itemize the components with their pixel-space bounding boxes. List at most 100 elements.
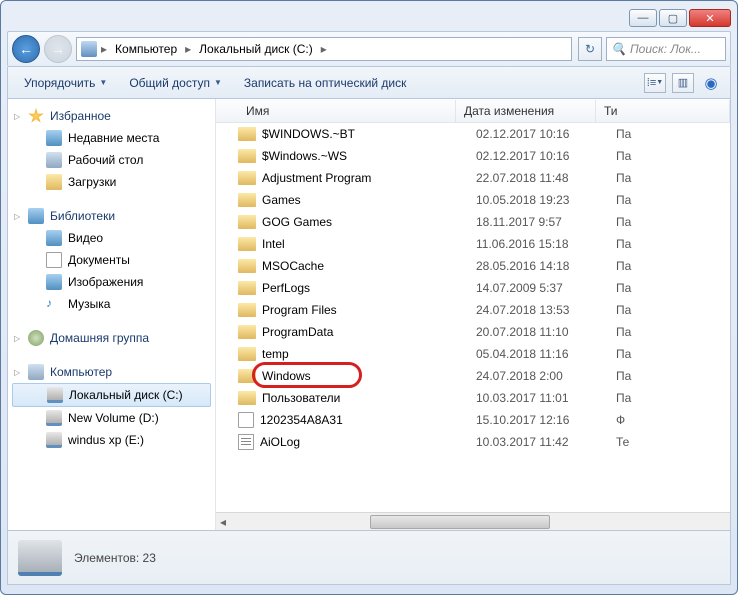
file-type: Па <box>616 237 631 251</box>
file-date: 10.03.2017 11:01 <box>476 391 616 405</box>
file-row[interactable]: Games10.05.2018 19:23Па <box>216 189 730 211</box>
file-name: Games <box>262 193 301 207</box>
sidebar-item-videos[interactable]: Видео <box>8 227 215 249</box>
folder-icon <box>238 369 256 383</box>
file-date: 24.07.2018 13:53 <box>476 303 616 317</box>
file-row[interactable]: $Windows.~WS02.12.2017 10:16Па <box>216 145 730 167</box>
sidebar-libraries[interactable]: Библиотеки <box>8 205 215 227</box>
folder-icon <box>238 347 256 361</box>
file-list-pane: Имя Дата изменения Ти $WINDOWS.~BT 02.12.… <box>216 99 730 530</box>
maximize-button[interactable]: ▢ <box>659 9 687 27</box>
organize-button[interactable]: Упорядочить▼ <box>16 72 115 94</box>
document-icon <box>46 252 62 268</box>
column-type[interactable]: Ти <box>596 100 730 122</box>
file-list[interactable]: $WINDOWS.~BT 02.12.2017 10:16 Па $Windows.~… <box>216 123 730 512</box>
column-date[interactable]: Дата изменения <box>456 100 596 122</box>
breadcrumb[interactable]: Компьютер <box>111 40 181 58</box>
address-bar[interactable]: ▸ Компьютер ▸ Локальный диск (C:) ▸ <box>76 37 572 61</box>
sidebar-favorites[interactable]: Избранное <box>8 105 215 127</box>
file-date: 20.07.2018 11:10 <box>476 325 616 339</box>
file-type: Па <box>616 215 631 229</box>
horizontal-scrollbar[interactable]: ◂ <box>216 512 730 530</box>
navigation-pane[interactable]: Избранное Недавние места Рабочий стол За… <box>8 99 216 530</box>
file-row[interactable]: Пользователи10.03.2017 11:01Па <box>216 387 730 409</box>
chevron-right-icon[interactable]: ▸ <box>99 42 109 56</box>
file-date: 05.04.2018 11:16 <box>476 347 616 361</box>
file-row[interactable]: Program Files24.07.2018 13:53Па <box>216 299 730 321</box>
folder-icon <box>238 259 256 273</box>
file-date: 02.12.2017 10:16 <box>476 149 616 163</box>
refresh-button[interactable]: ↻ <box>578 37 602 61</box>
close-button[interactable]: ✕ <box>689 9 731 27</box>
file-row[interactable]: ProgramData20.07.2018 11:10Па <box>216 321 730 343</box>
sidebar-item-pictures[interactable]: Изображения <box>8 271 215 293</box>
file-type: Па <box>616 281 631 295</box>
file-name: temp <box>262 347 289 361</box>
sidebar-item-desktop[interactable]: Рабочий стол <box>8 149 215 171</box>
file-date: 02.12.2017 10:16 <box>476 127 616 141</box>
sidebar-item-music[interactable]: ♪Музыка <box>8 293 215 315</box>
sidebar-item-drive-d[interactable]: New Volume (D:) <box>8 407 215 429</box>
sidebar-item-recent[interactable]: Недавние места <box>8 127 215 149</box>
file-name: $WINDOWS.~BT <box>262 127 355 141</box>
file-row[interactable]: PerfLogs14.07.2009 5:37Па <box>216 277 730 299</box>
folder-icon <box>238 325 256 339</box>
file-name: Windows <box>262 369 311 383</box>
sidebar-item-drive-e[interactable]: windus xp (E:) <box>8 429 215 451</box>
sidebar-item-downloads[interactable]: Загрузки <box>8 171 215 193</box>
burn-button[interactable]: Записать на оптический диск <box>236 72 415 94</box>
file-date: 10.05.2018 19:23 <box>476 193 616 207</box>
file-type: Па <box>616 259 631 273</box>
music-icon: ♪ <box>46 296 62 312</box>
sidebar-item-documents[interactable]: Документы <box>8 249 215 271</box>
share-button[interactable]: Общий доступ▼ <box>121 72 230 94</box>
folder-icon <box>238 303 256 317</box>
column-name[interactable]: Имя <box>216 100 456 122</box>
desktop-icon <box>46 152 62 168</box>
folder-icon <box>238 171 256 185</box>
file-row[interactable]: temp 05.04.2018 11:16Па <box>216 343 730 365</box>
chevron-right-icon[interactable]: ▸ <box>183 42 193 56</box>
file-date: 10.03.2017 11:42 <box>476 435 616 449</box>
minimize-button[interactable]: — <box>629 9 657 27</box>
preview-pane-button[interactable]: ▥ <box>672 73 694 93</box>
chevron-right-icon[interactable]: ▸ <box>319 42 329 56</box>
sidebar-homegroup[interactable]: Домашняя группа <box>8 327 215 349</box>
file-row[interactable]: Intel 11.06.2016 15:18Па <box>216 233 730 255</box>
file-row[interactable]: Windows24.07.2018 2:00Па <box>216 365 730 387</box>
help-button[interactable]: ◉ <box>700 73 722 93</box>
view-options-button[interactable]: ⁞≡ ▼ <box>644 73 666 93</box>
file-type: Те <box>616 435 629 449</box>
drive-icon <box>18 540 62 576</box>
file-row[interactable]: 1202354A8A3115.10.2017 12:16Ф <box>216 409 730 431</box>
file-name: $Windows.~WS <box>262 149 347 163</box>
status-bar: Элементов: 23 <box>7 531 731 585</box>
file-name: GOG Games <box>262 215 332 229</box>
file-date: 11.06.2016 15:18 <box>476 237 616 251</box>
folder-icon <box>238 215 256 229</box>
video-icon <box>46 230 62 246</box>
file-row[interactable]: Adjustment Program22.07.2018 11:48Па <box>216 167 730 189</box>
search-input[interactable]: 🔍 Поиск: Лок... <box>606 37 726 61</box>
file-row[interactable]: GOG Games18.11.2017 9:57Па <box>216 211 730 233</box>
nav-bar: ← → ▸ Компьютер ▸ Локальный диск (C:) ▸ … <box>7 31 731 67</box>
folder-icon <box>238 281 256 295</box>
back-button[interactable]: ← <box>12 35 40 63</box>
sidebar-item-drive-c[interactable]: Локальный диск (C:) <box>12 383 211 407</box>
file-type: Па <box>616 347 631 361</box>
file-name: PerfLogs <box>262 281 310 295</box>
file-icon <box>238 412 254 428</box>
file-row[interactable]: $WINDOWS.~BT02.12.2017 10:16Па <box>216 123 730 145</box>
sidebar-computer[interactable]: Компьютер <box>8 361 215 383</box>
file-date: 24.07.2018 2:00 <box>476 369 616 383</box>
forward-button[interactable]: → <box>44 35 72 63</box>
file-row[interactable]: AiOLog10.03.2017 11:42Те <box>216 431 730 453</box>
file-name: Пользователи <box>262 391 340 405</box>
file-row[interactable]: MSOCache28.05.2016 14:18Па <box>216 255 730 277</box>
file-type: Па <box>616 325 631 339</box>
file-name: Intel <box>262 237 285 251</box>
recent-icon <box>46 130 62 146</box>
file-name: 1202354A8A31 <box>260 413 343 427</box>
breadcrumb[interactable]: Локальный диск (C:) <box>195 40 317 58</box>
computer-icon <box>28 364 44 380</box>
